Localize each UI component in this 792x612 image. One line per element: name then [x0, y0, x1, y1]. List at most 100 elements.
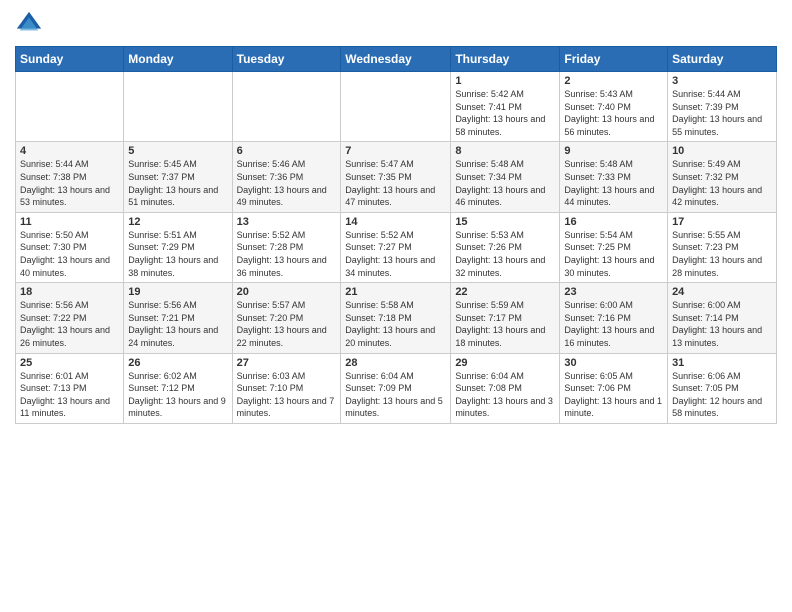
day-number: 28: [345, 357, 446, 369]
day-info: Sunrise: 6:06 AMSunset: 7:05 PMDaylight:…: [672, 370, 772, 420]
day-info: Sunrise: 5:50 AMSunset: 7:30 PMDaylight:…: [20, 229, 119, 279]
day-info: Sunrise: 5:44 AMSunset: 7:39 PMDaylight:…: [672, 88, 772, 138]
weekday-header-wednesday: Wednesday: [341, 47, 451, 72]
day-number: 6: [237, 145, 337, 157]
day-number: 29: [455, 357, 555, 369]
day-info: Sunrise: 5:43 AMSunset: 7:40 PMDaylight:…: [564, 88, 663, 138]
day-number: 21: [345, 286, 446, 298]
calendar-cell: 25Sunrise: 6:01 AMSunset: 7:13 PMDayligh…: [16, 353, 124, 423]
calendar-cell: 8Sunrise: 5:48 AMSunset: 7:34 PMDaylight…: [451, 142, 560, 212]
weekday-header-tuesday: Tuesday: [232, 47, 341, 72]
day-number: 23: [564, 286, 663, 298]
calendar-cell: 10Sunrise: 5:49 AMSunset: 7:32 PMDayligh…: [668, 142, 777, 212]
calendar-cell: 31Sunrise: 6:06 AMSunset: 7:05 PMDayligh…: [668, 353, 777, 423]
day-number: 8: [455, 145, 555, 157]
weekday-header-thursday: Thursday: [451, 47, 560, 72]
calendar-cell: 28Sunrise: 6:04 AMSunset: 7:09 PMDayligh…: [341, 353, 451, 423]
day-info: Sunrise: 6:02 AMSunset: 7:12 PMDaylight:…: [128, 370, 227, 420]
calendar-cell: 21Sunrise: 5:58 AMSunset: 7:18 PMDayligh…: [341, 283, 451, 353]
day-number: 27: [237, 357, 337, 369]
calendar-cell: 5Sunrise: 5:45 AMSunset: 7:37 PMDaylight…: [124, 142, 232, 212]
calendar-cell: 20Sunrise: 5:57 AMSunset: 7:20 PMDayligh…: [232, 283, 341, 353]
day-number: 16: [564, 216, 663, 228]
calendar-cell: [16, 72, 124, 142]
day-number: 26: [128, 357, 227, 369]
day-info: Sunrise: 5:58 AMSunset: 7:18 PMDaylight:…: [345, 299, 446, 349]
day-info: Sunrise: 6:04 AMSunset: 7:09 PMDaylight:…: [345, 370, 446, 420]
day-number: 1: [455, 75, 555, 87]
calendar-cell: 3Sunrise: 5:44 AMSunset: 7:39 PMDaylight…: [668, 72, 777, 142]
calendar-week-3: 11Sunrise: 5:50 AMSunset: 7:30 PMDayligh…: [16, 212, 777, 282]
day-number: 31: [672, 357, 772, 369]
calendar-week-1: 1Sunrise: 5:42 AMSunset: 7:41 PMDaylight…: [16, 72, 777, 142]
calendar-cell: 7Sunrise: 5:47 AMSunset: 7:35 PMDaylight…: [341, 142, 451, 212]
day-info: Sunrise: 5:46 AMSunset: 7:36 PMDaylight:…: [237, 158, 337, 208]
calendar-cell: [124, 72, 232, 142]
day-info: Sunrise: 5:49 AMSunset: 7:32 PMDaylight:…: [672, 158, 772, 208]
day-info: Sunrise: 5:52 AMSunset: 7:27 PMDaylight:…: [345, 229, 446, 279]
day-number: 17: [672, 216, 772, 228]
day-number: 24: [672, 286, 772, 298]
day-info: Sunrise: 6:01 AMSunset: 7:13 PMDaylight:…: [20, 370, 119, 420]
calendar-body: 1Sunrise: 5:42 AMSunset: 7:41 PMDaylight…: [16, 72, 777, 424]
calendar-cell: 12Sunrise: 5:51 AMSunset: 7:29 PMDayligh…: [124, 212, 232, 282]
day-number: 20: [237, 286, 337, 298]
day-number: 4: [20, 145, 119, 157]
day-number: 15: [455, 216, 555, 228]
calendar-cell: 24Sunrise: 6:00 AMSunset: 7:14 PMDayligh…: [668, 283, 777, 353]
calendar-cell: 18Sunrise: 5:56 AMSunset: 7:22 PMDayligh…: [16, 283, 124, 353]
logo-icon: [15, 10, 43, 38]
day-info: Sunrise: 5:57 AMSunset: 7:20 PMDaylight:…: [237, 299, 337, 349]
calendar-cell: 17Sunrise: 5:55 AMSunset: 7:23 PMDayligh…: [668, 212, 777, 282]
day-info: Sunrise: 6:03 AMSunset: 7:10 PMDaylight:…: [237, 370, 337, 420]
day-number: 5: [128, 145, 227, 157]
day-number: 18: [20, 286, 119, 298]
day-number: 19: [128, 286, 227, 298]
weekday-header-row: SundayMondayTuesdayWednesdayThursdayFrid…: [16, 47, 777, 72]
day-info: Sunrise: 5:56 AMSunset: 7:22 PMDaylight:…: [20, 299, 119, 349]
calendar-cell: 4Sunrise: 5:44 AMSunset: 7:38 PMDaylight…: [16, 142, 124, 212]
day-info: Sunrise: 5:51 AMSunset: 7:29 PMDaylight:…: [128, 229, 227, 279]
day-number: 30: [564, 357, 663, 369]
calendar-cell: 1Sunrise: 5:42 AMSunset: 7:41 PMDaylight…: [451, 72, 560, 142]
weekday-header-friday: Friday: [560, 47, 668, 72]
day-number: 14: [345, 216, 446, 228]
day-info: Sunrise: 5:44 AMSunset: 7:38 PMDaylight:…: [20, 158, 119, 208]
day-number: 12: [128, 216, 227, 228]
calendar-cell: 26Sunrise: 6:02 AMSunset: 7:12 PMDayligh…: [124, 353, 232, 423]
day-info: Sunrise: 5:59 AMSunset: 7:17 PMDaylight:…: [455, 299, 555, 349]
day-number: 13: [237, 216, 337, 228]
day-number: 3: [672, 75, 772, 87]
calendar-cell: 15Sunrise: 5:53 AMSunset: 7:26 PMDayligh…: [451, 212, 560, 282]
day-info: Sunrise: 5:53 AMSunset: 7:26 PMDaylight:…: [455, 229, 555, 279]
day-info: Sunrise: 6:00 AMSunset: 7:14 PMDaylight:…: [672, 299, 772, 349]
day-info: Sunrise: 5:52 AMSunset: 7:28 PMDaylight:…: [237, 229, 337, 279]
day-number: 9: [564, 145, 663, 157]
calendar-cell: 27Sunrise: 6:03 AMSunset: 7:10 PMDayligh…: [232, 353, 341, 423]
day-info: Sunrise: 5:55 AMSunset: 7:23 PMDaylight:…: [672, 229, 772, 279]
weekday-header-saturday: Saturday: [668, 47, 777, 72]
calendar-week-2: 4Sunrise: 5:44 AMSunset: 7:38 PMDaylight…: [16, 142, 777, 212]
calendar-cell: 23Sunrise: 6:00 AMSunset: 7:16 PMDayligh…: [560, 283, 668, 353]
logo: [15, 10, 47, 38]
day-info: Sunrise: 5:48 AMSunset: 7:33 PMDaylight:…: [564, 158, 663, 208]
calendar-cell: 13Sunrise: 5:52 AMSunset: 7:28 PMDayligh…: [232, 212, 341, 282]
day-number: 25: [20, 357, 119, 369]
day-info: Sunrise: 5:48 AMSunset: 7:34 PMDaylight:…: [455, 158, 555, 208]
calendar-cell: 2Sunrise: 5:43 AMSunset: 7:40 PMDaylight…: [560, 72, 668, 142]
weekday-header-monday: Monday: [124, 47, 232, 72]
day-number: 11: [20, 216, 119, 228]
calendar-table: SundayMondayTuesdayWednesdayThursdayFrid…: [15, 46, 777, 424]
day-info: Sunrise: 5:42 AMSunset: 7:41 PMDaylight:…: [455, 88, 555, 138]
day-number: 7: [345, 145, 446, 157]
day-info: Sunrise: 6:05 AMSunset: 7:06 PMDaylight:…: [564, 370, 663, 420]
day-info: Sunrise: 5:56 AMSunset: 7:21 PMDaylight:…: [128, 299, 227, 349]
calendar-week-4: 18Sunrise: 5:56 AMSunset: 7:22 PMDayligh…: [16, 283, 777, 353]
calendar-cell: 14Sunrise: 5:52 AMSunset: 7:27 PMDayligh…: [341, 212, 451, 282]
weekday-header-sunday: Sunday: [16, 47, 124, 72]
calendar-cell: 22Sunrise: 5:59 AMSunset: 7:17 PMDayligh…: [451, 283, 560, 353]
day-info: Sunrise: 5:54 AMSunset: 7:25 PMDaylight:…: [564, 229, 663, 279]
calendar-cell: 30Sunrise: 6:05 AMSunset: 7:06 PMDayligh…: [560, 353, 668, 423]
calendar-cell: 19Sunrise: 5:56 AMSunset: 7:21 PMDayligh…: [124, 283, 232, 353]
calendar-cell: 16Sunrise: 5:54 AMSunset: 7:25 PMDayligh…: [560, 212, 668, 282]
